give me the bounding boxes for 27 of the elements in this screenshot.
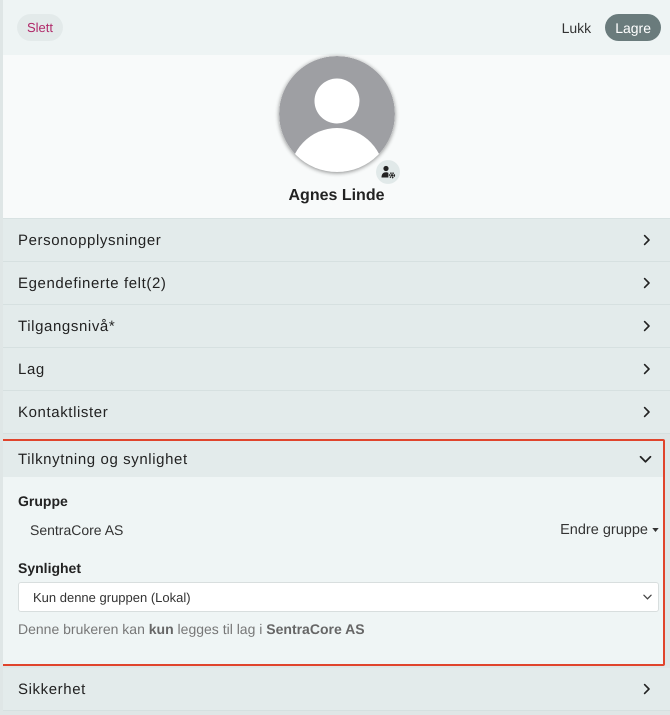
section-header[interactable]: Egendefinerte felt(2) bbox=[3, 262, 670, 305]
chevron-right-icon bbox=[643, 320, 651, 332]
profile-name: Agnes Linde bbox=[288, 187, 384, 205]
chevron-down-icon bbox=[643, 594, 652, 600]
delete-button[interactable]: Slett bbox=[17, 14, 64, 41]
section-header[interactable]: Sikkerhet bbox=[3, 668, 670, 711]
chevron-right-icon bbox=[643, 363, 651, 375]
close-button[interactable]: Lukk bbox=[556, 16, 598, 40]
help-text: Denne brukeren kan kun legges til lag i SentraCore AS bbox=[18, 621, 366, 637]
section-header[interactable]: Lag bbox=[3, 348, 670, 391]
chevron-down-icon bbox=[639, 454, 652, 464]
caret-icon bbox=[652, 528, 659, 532]
section-header[interactable]: Kontaktlister bbox=[3, 391, 670, 434]
visibility-select[interactable]: Kun denne gruppen (Lokal) bbox=[18, 582, 659, 612]
chevron-right-icon bbox=[643, 406, 651, 418]
section-header[interactable]: Tilgangsnivå* bbox=[3, 305, 670, 348]
chevron-right-icon bbox=[643, 277, 651, 289]
section-header[interactable]: Personopplysninger bbox=[3, 219, 670, 262]
save-button[interactable]: Lagre bbox=[605, 14, 661, 41]
field-label: Synlighet bbox=[18, 560, 82, 576]
field-label: Gruppe bbox=[18, 493, 69, 509]
chevron-right-icon bbox=[643, 234, 651, 246]
section-header[interactable]: Tilknytning og synlighet bbox=[3, 441, 663, 477]
change-group-button[interactable]: Endre gruppe bbox=[560, 522, 659, 538]
chevron-right-icon bbox=[643, 683, 651, 695]
user-gear-icon[interactable] bbox=[376, 160, 400, 184]
group-value: SentraCore AS bbox=[30, 522, 124, 538]
